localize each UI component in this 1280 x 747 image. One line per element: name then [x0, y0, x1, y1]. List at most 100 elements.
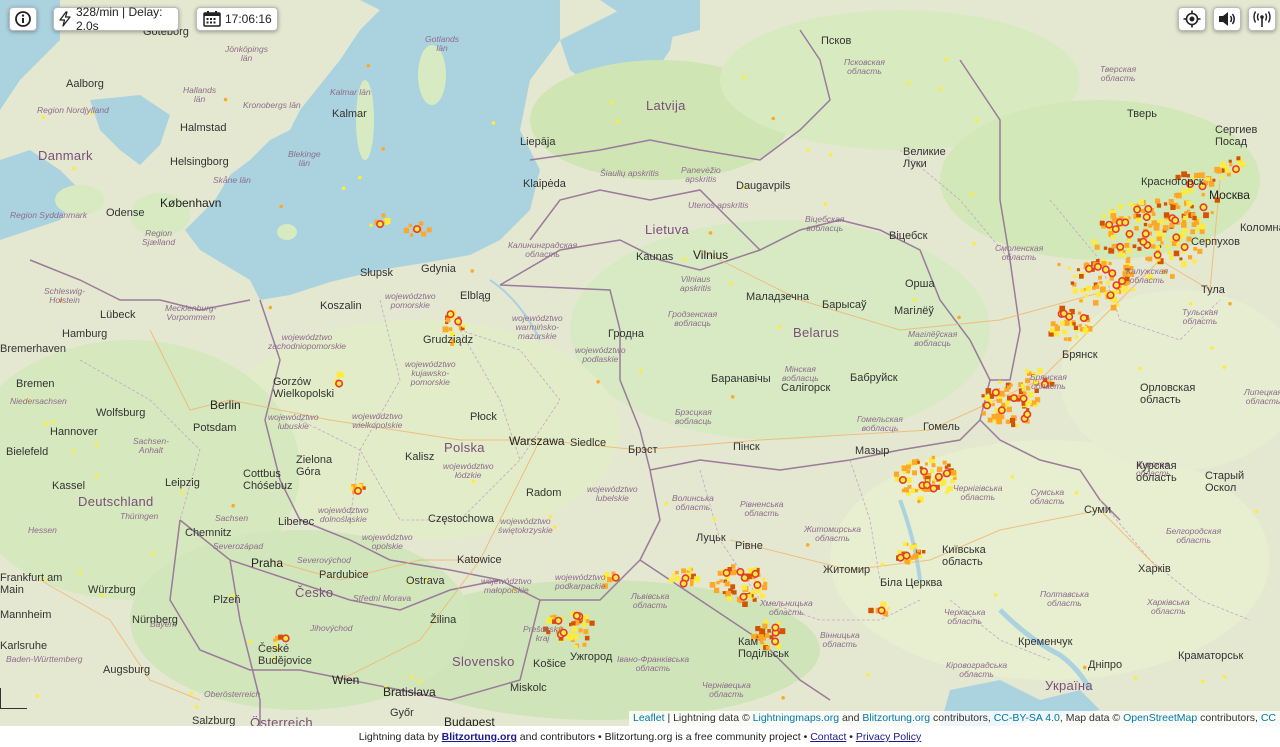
recent-strike-marker: [1079, 313, 1088, 322]
lightning-strike: [1080, 288, 1085, 293]
recent-strike-marker: [991, 388, 1000, 397]
lightning-strike: [1132, 244, 1137, 249]
lightning-strike: [189, 691, 194, 696]
osm-link[interactable]: OpenStreetMap: [1123, 712, 1197, 724]
lightning-strike: [1162, 235, 1166, 239]
lightning-strike: [1037, 368, 1043, 374]
lightning-strike: [1124, 242, 1130, 248]
lightning-strike: [1138, 366, 1143, 371]
locate-button[interactable]: [1178, 7, 1206, 31]
lightning-strike: [449, 331, 455, 337]
lightning-strike: [1149, 238, 1155, 244]
lightning-strike: [931, 455, 935, 460]
lightning-strike: [999, 414, 1005, 420]
lightning-strike: [1228, 301, 1232, 306]
map-view[interactable]: Danmark Deutschland Polska Latvija Lietuva Be…: [0, 0, 1280, 726]
lightning-strike: [1150, 217, 1154, 221]
lightning-strike: [939, 480, 945, 486]
recent-strike-marker: [1232, 165, 1241, 174]
lightning-strike: [905, 559, 911, 565]
map-attribution: Leaflet | Lightning data © Lightningmaps…: [629, 711, 1280, 726]
info-button[interactable]: [9, 7, 37, 31]
lightning-strike: [970, 192, 975, 196]
lightning-strike: [358, 175, 362, 180]
leaflet-link[interactable]: Leaflet: [633, 712, 665, 724]
lightning-strike: [709, 582, 716, 588]
lightning-strike: [1091, 239, 1097, 245]
privacy-policy-link[interactable]: Privacy Policy: [856, 731, 921, 743]
blitzortung-attrib-link[interactable]: Blitzortung.org: [862, 712, 930, 724]
license-link[interactable]: CC-BY-SA 4.0: [994, 712, 1060, 724]
lightning-strike: [1135, 217, 1141, 223]
lightning-strike: [1186, 173, 1190, 178]
cc-link[interactable]: CC: [1261, 712, 1276, 724]
lightning-strike: [732, 590, 737, 595]
rate-status[interactable]: 328/min | Delay: 2.0s: [53, 5, 179, 33]
lightning-strike: [1057, 262, 1061, 267]
lightning-strike: [912, 297, 917, 302]
lightning-strike: [1203, 212, 1209, 219]
lightning-strike: [708, 231, 713, 235]
lightning-strike: [1183, 215, 1188, 221]
recent-strike-marker: [1106, 291, 1115, 300]
lightning-strike: [906, 477, 912, 483]
lightning-strike: [687, 567, 692, 571]
recent-strike-marker: [1059, 309, 1068, 318]
lightning-strike: [1023, 391, 1027, 395]
lightning-strike: [1073, 325, 1079, 330]
lightning-strike: [1122, 286, 1129, 292]
lightning-strike: [1128, 266, 1134, 271]
recent-strike-marker: [554, 616, 563, 625]
lightning-strike: [1208, 181, 1215, 187]
lightning-strike: [275, 648, 279, 652]
lightning-strike: [1186, 236, 1192, 242]
lightning-strike: [72, 166, 76, 171]
lightning-strike: [868, 607, 874, 614]
lightning-strike: [1084, 293, 1089, 298]
lightning-strike: [743, 185, 747, 190]
recent-strike-marker: [1040, 380, 1049, 389]
signal-button[interactable]: [1248, 7, 1276, 31]
lightning-strike: [1192, 259, 1197, 264]
contact-link[interactable]: Contact: [810, 731, 846, 743]
lightning-strike: [1127, 248, 1132, 253]
lightning-strike: [553, 525, 557, 530]
lightning-strike: [268, 305, 273, 310]
footer-sep: •: [846, 731, 856, 743]
lightningmaps-link[interactable]: Lightningmaps.org: [753, 712, 839, 724]
footer-blitzortung-link[interactable]: Blitzortung.org: [442, 731, 517, 743]
lightning-strike: [894, 478, 899, 482]
lightning-strike: [897, 550, 902, 554]
lightning-strike: [1114, 289, 1119, 294]
lightning-strike: [1181, 222, 1187, 228]
attrib-and: and: [839, 712, 863, 724]
recent-strike-marker: [929, 484, 938, 493]
lightning-strike: [1053, 330, 1060, 337]
lightning-strike: [1176, 205, 1181, 210]
lightning-strike: [578, 628, 583, 633]
lightning-strike: [981, 411, 986, 416]
lightning-strike: [1170, 204, 1176, 210]
lightning-strike: [1034, 388, 1039, 393]
lightning-strike: [596, 380, 600, 384]
time-status[interactable]: 17:06:16: [196, 7, 278, 31]
lightning-strike: [548, 515, 553, 519]
lightning-strike: [1101, 261, 1107, 267]
lightning-strike: [1169, 255, 1174, 260]
lightning-strike: [1067, 266, 1071, 271]
recent-strike-marker: [559, 628, 568, 637]
lightning-strike: [828, 152, 833, 157]
lightning-strike: [180, 490, 184, 495]
lightning-strike: [1170, 274, 1175, 279]
lightning-strike: [403, 227, 409, 234]
calendar-icon: [203, 11, 221, 27]
lightning-strike: [759, 628, 766, 635]
lightning-strike: [986, 397, 990, 401]
recent-strike-marker: [739, 592, 748, 601]
lightning-strike: [1078, 323, 1082, 327]
lightning-strike: [450, 342, 454, 346]
lightning-strike: [421, 231, 427, 237]
lightning-strike: [425, 577, 430, 582]
sound-button[interactable]: [1213, 7, 1241, 31]
lightning-strike: [1176, 192, 1182, 199]
